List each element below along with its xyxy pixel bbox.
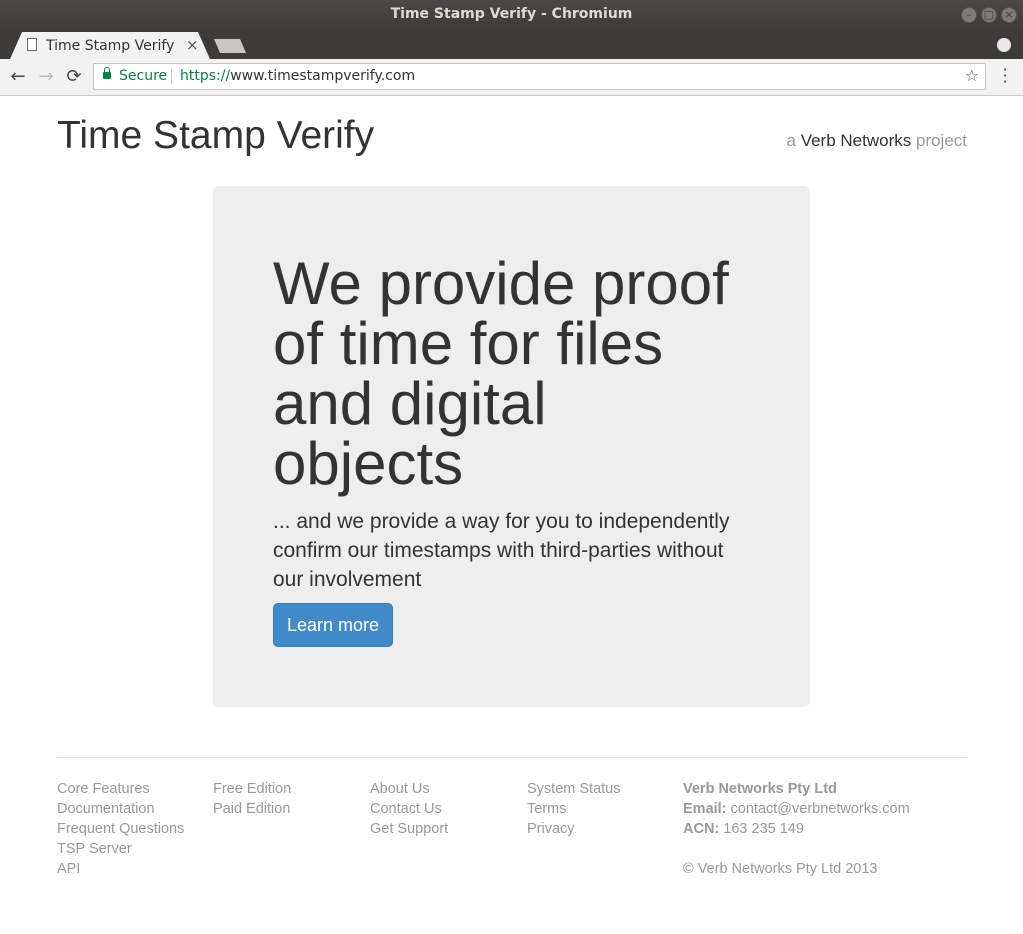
window-titlebar: Time Stamp Verify - Chromium – □ × <box>0 0 1023 30</box>
footer-column-legal: System Status Terms Privacy <box>527 779 620 839</box>
footer-link-core-features[interactable]: Core Features <box>57 779 184 799</box>
footer-link-faq[interactable]: Frequent Questions <box>57 819 184 839</box>
tagline: a Verb Networks project <box>786 131 967 151</box>
bookmark-star-icon[interactable]: ☆ <box>965 66 979 85</box>
footer-company-info: Verb Networks Pty Ltd Email: contact@ver… <box>683 779 910 879</box>
acn-label: ACN: <box>683 821 720 837</box>
company-name: Verb Networks Pty Ltd <box>683 781 837 797</box>
url-text[interactable]: https://www.timestampverify.com <box>180 68 415 84</box>
tab-strip: Time Stamp Verify × <box>0 30 1023 59</box>
footer-link-documentation[interactable]: Documentation <box>57 799 184 819</box>
security-label[interactable]: Secure <box>119 68 167 84</box>
tab-title: Time Stamp Verify <box>46 38 175 54</box>
url-host: www.timestampverify.com <box>230 68 416 84</box>
footer-column-product: Core Features Documentation Frequent Que… <box>57 779 184 879</box>
copyright-text: © Verb Networks Pty Ltd 2013 <box>683 861 878 877</box>
footer-link-get-support[interactable]: Get Support <box>370 819 448 839</box>
company-email-link[interactable]: contact@verbnetworks.com <box>731 801 910 817</box>
page-icon <box>27 38 37 51</box>
footer-link-free-edition[interactable]: Free Edition <box>213 779 291 799</box>
maximize-window-button[interactable]: □ <box>981 7 997 23</box>
footer-link-api[interactable]: API <box>57 859 184 879</box>
minimize-window-button[interactable]: – <box>961 7 977 23</box>
footer-link-contact-us[interactable]: Contact Us <box>370 799 448 819</box>
footer-column-company: About Us Contact Us Get Support <box>370 779 448 839</box>
tab-time-stamp-verify[interactable]: Time Stamp Verify × <box>10 32 210 59</box>
company-acn: 163 235 149 <box>723 821 804 837</box>
forward-arrow-icon[interactable]: → <box>35 66 57 88</box>
footer-link-about-us[interactable]: About Us <box>370 779 448 799</box>
footer-divider <box>57 757 967 758</box>
lock-icon <box>103 67 111 79</box>
reload-icon[interactable]: ⟳ <box>63 66 85 88</box>
browser-menu-icon[interactable]: · · · <box>1000 62 1010 90</box>
tab-close-icon[interactable]: × <box>186 36 199 54</box>
learn-more-button[interactable]: Learn more <box>273 603 393 647</box>
tagline-brand-link[interactable]: Verb Networks <box>801 131 912 150</box>
tagline-prefix: a <box>786 131 796 150</box>
email-label: Email: <box>683 801 727 817</box>
footer-link-paid-edition[interactable]: Paid Edition <box>213 799 291 819</box>
new-tab-button[interactable] <box>214 39 246 53</box>
tagline-suffix: project <box>915 131 967 150</box>
window-title: Time Stamp Verify - Chromium <box>390 6 633 22</box>
browser-toolbar: ← → ⟳ Secure https://www.timestampverify… <box>0 59 1023 96</box>
footer-link-privacy[interactable]: Privacy <box>527 819 620 839</box>
close-window-button[interactable]: × <box>1001 7 1017 23</box>
back-arrow-icon[interactable]: ← <box>7 66 29 88</box>
site-title[interactable]: Time Stamp Verify <box>57 114 374 158</box>
url-scheme: https:// <box>180 68 231 84</box>
footer-link-tsp-server[interactable]: TSP Server <box>57 839 184 859</box>
address-bar[interactable]: Secure https://www.timestampverify.com ☆ <box>93 63 986 90</box>
hero-headline: We provide proof of time for files and d… <box>273 250 729 497</box>
profile-icon[interactable] <box>997 38 1011 52</box>
footer-link-system-status[interactable]: System Status <box>527 779 620 799</box>
hero-panel: We provide proof of time for files and d… <box>213 186 810 707</box>
hero-lead-text: ... and we provide a way for you to inde… <box>273 510 730 591</box>
footer-column-editions: Free Edition Paid Edition <box>213 779 291 819</box>
footer-link-terms[interactable]: Terms <box>527 799 620 819</box>
omnibox-divider <box>171 69 172 84</box>
